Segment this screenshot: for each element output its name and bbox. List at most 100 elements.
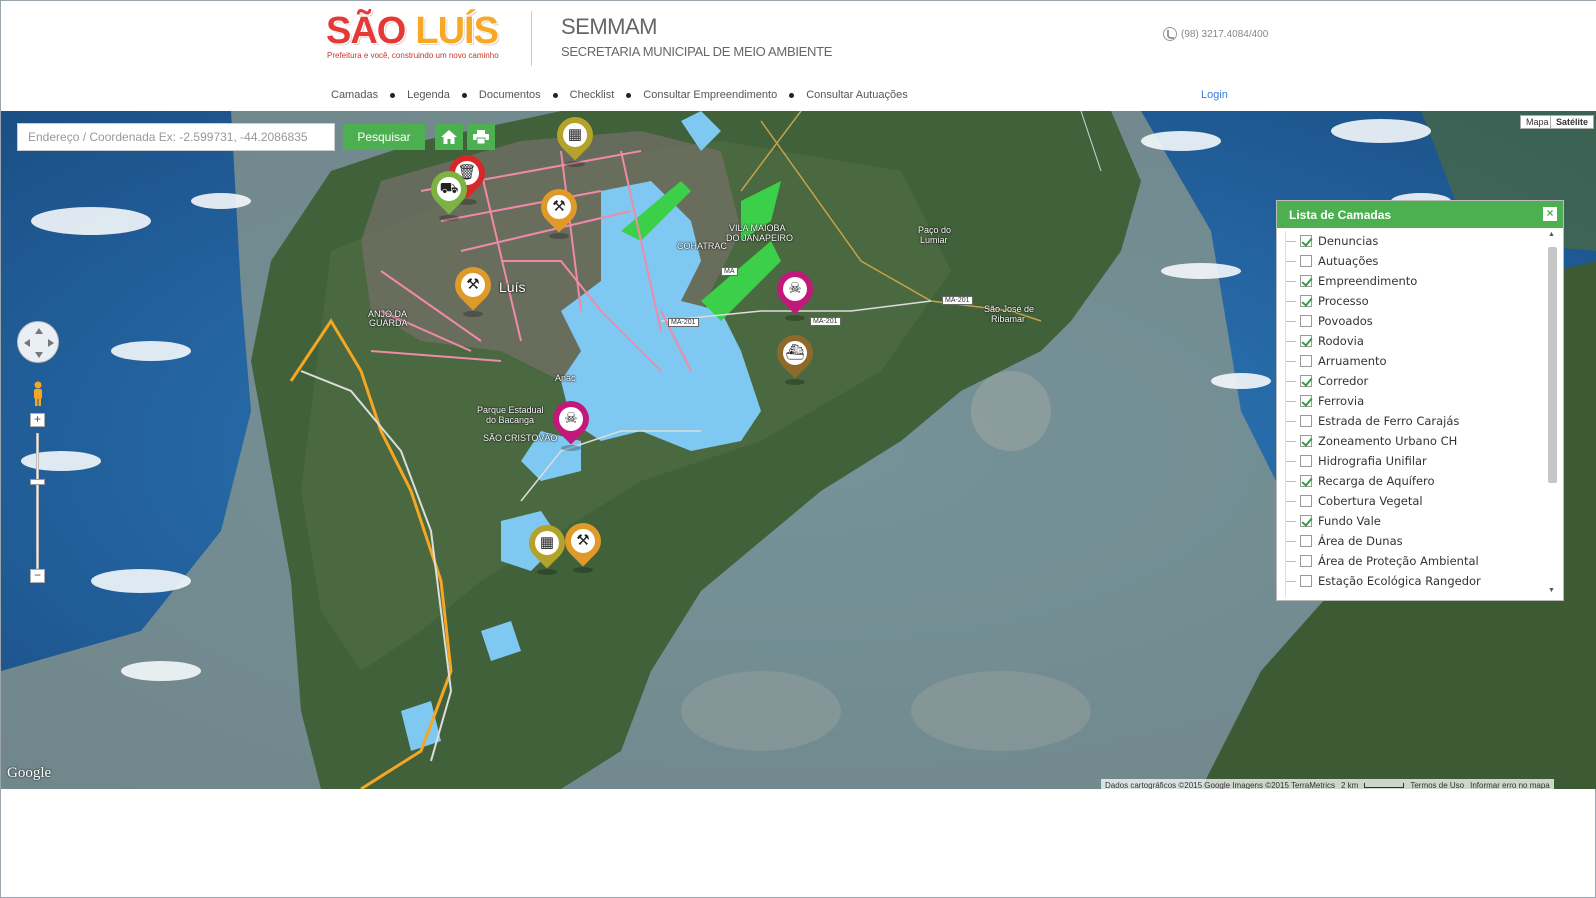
layer-item[interactable]: Área de Dunas <box>1286 531 1543 551</box>
layer-item[interactable]: Hidrografia Unifilar <box>1286 451 1543 471</box>
zoom-in-button[interactable]: + <box>30 413 45 427</box>
layer-label: Estação Ecológica Rangedor <box>1318 574 1481 588</box>
layer-checkbox[interactable] <box>1300 355 1312 367</box>
road-shield: MA-201 <box>668 318 699 327</box>
home-icon <box>441 130 457 144</box>
layer-item[interactable]: Estação Ecológica Rangedor <box>1286 571 1543 591</box>
pan-control[interactable] <box>17 321 59 363</box>
map-place-label: do Bacanga <box>486 415 535 425</box>
layer-checkbox[interactable] <box>1300 255 1312 267</box>
layer-item[interactable]: Cobertura Vegetal <box>1286 491 1543 511</box>
layer-checkbox[interactable] <box>1300 235 1312 247</box>
layer-item[interactable]: Processo <box>1286 291 1543 311</box>
boat-icon: ⛴ <box>785 344 805 361</box>
layer-label: Autuações <box>1318 254 1379 268</box>
layer-checkbox[interactable] <box>1300 455 1312 467</box>
layer-label: Rodovia <box>1318 334 1364 348</box>
layer-item[interactable]: Estrada de Ferro Carajás <box>1286 411 1543 431</box>
layer-checkbox[interactable] <box>1300 375 1312 387</box>
layer-checkbox[interactable] <box>1300 475 1312 487</box>
industry-marker[interactable]: ▦ <box>549 111 601 169</box>
pipe-marker[interactable]: ⚒ <box>447 259 499 319</box>
layer-checkbox[interactable] <box>1300 275 1312 287</box>
nav-item-consultar-empreendimento[interactable]: Consultar Empreendimento <box>643 89 777 101</box>
layer-checkbox[interactable] <box>1300 415 1312 427</box>
layer-item[interactable]: Corredor <box>1286 371 1543 391</box>
layer-item[interactable]: Rodovia <box>1286 331 1543 351</box>
layer-item[interactable]: Autuações <box>1286 251 1543 271</box>
phone-contact: (98) 3217.4084/400 <box>1163 27 1268 41</box>
layer-checkbox[interactable] <box>1300 575 1312 587</box>
layer-checkbox[interactable] <box>1300 555 1312 567</box>
scroll-down-icon[interactable]: ▼ <box>1548 587 1555 594</box>
layer-label: Corredor <box>1318 374 1369 388</box>
nav-item-camadas[interactable]: Camadas <box>331 89 378 101</box>
logo-tagline: Prefeitura e você, construindo um novo c… <box>327 51 499 60</box>
layer-checkbox[interactable] <box>1300 515 1312 527</box>
nav-item-legenda[interactable]: Legenda <box>407 89 450 101</box>
close-icon[interactable]: × <box>1543 207 1557 221</box>
hazard-marker[interactable]: ☠ <box>545 393 597 453</box>
layer-item[interactable]: Recarga de Aquífero <box>1286 471 1543 491</box>
layer-checkbox[interactable] <box>1300 315 1312 327</box>
layer-label: Denuncias <box>1318 234 1379 248</box>
layer-checkbox[interactable] <box>1300 295 1312 307</box>
pipe-marker[interactable]: ⚒ <box>557 515 609 575</box>
pipe-icon: ⚒ <box>466 276 480 293</box>
layer-item[interactable]: Denuncias <box>1286 231 1543 251</box>
boat-marker[interactable]: ⛴ <box>769 327 821 387</box>
scroll-up-icon[interactable]: ▲ <box>1548 231 1555 238</box>
layer-item[interactable]: Arruamento <box>1286 351 1543 371</box>
search-input[interactable] <box>17 123 335 151</box>
org-name: SEMMAM <box>561 14 658 39</box>
terms-link[interactable]: Termos de Uso <box>1410 781 1464 790</box>
layer-item[interactable]: Área de Proteção Ambiental <box>1286 551 1543 571</box>
print-button[interactable] <box>467 124 495 150</box>
nav-item-checklist[interactable]: Checklist <box>570 89 615 101</box>
scrollbar-thumb[interactable] <box>1548 247 1557 483</box>
layer-label: Processo <box>1318 294 1369 308</box>
pipe-icon: ⚒ <box>576 532 590 549</box>
zoom-out-button[interactable]: − <box>30 569 45 583</box>
pipe-marker[interactable]: ⚒ <box>533 181 585 241</box>
tree-connector <box>1286 480 1296 482</box>
tree-connector <box>1286 520 1296 522</box>
sao-luis-logo[interactable]: SÃO LUÍS Prefeitura e você, construindo … <box>326 11 506 63</box>
layer-checkbox[interactable] <box>1300 435 1312 447</box>
home-button[interactable] <box>435 124 463 150</box>
layer-item[interactable]: Ferrovia <box>1286 391 1543 411</box>
layer-checkbox[interactable] <box>1300 535 1312 547</box>
industry-marker[interactable]: ▦ <box>521 517 573 577</box>
hazard-icon: ☠ <box>788 280 802 297</box>
zoom-slider-track[interactable] <box>36 433 39 569</box>
print-icon <box>473 130 489 144</box>
truck-marker[interactable]: ⛟ <box>423 163 475 223</box>
tree-connector <box>1286 500 1296 502</box>
layer-item[interactable]: Empreendimento <box>1286 271 1543 291</box>
scale-bar <box>1364 782 1405 788</box>
map-type-satellite[interactable]: Satélite <box>1550 115 1595 129</box>
nav-item-documentos[interactable]: Documentos <box>479 89 541 101</box>
google-logo: Google <box>7 765 52 781</box>
zoom-slider-thumb[interactable] <box>30 479 45 485</box>
search-button[interactable]: Pesquisar <box>343 124 425 150</box>
nav-item-consultar-autua-es[interactable]: Consultar Autuações <box>806 89 908 101</box>
layer-checkbox[interactable] <box>1300 495 1312 507</box>
layer-checkbox[interactable] <box>1300 335 1312 347</box>
layer-item[interactable]: Zoneamento Urbano CH <box>1286 431 1543 451</box>
layer-item[interactable]: Povoados <box>1286 311 1543 331</box>
pegman-icon[interactable] <box>31 381 45 407</box>
truck-icon: ⛟ <box>439 180 459 197</box>
tree-connector <box>1286 420 1296 422</box>
map-place-label: Lumiar <box>920 235 948 245</box>
marker-shadow <box>573 567 593 573</box>
map-place-label: Anac <box>555 373 576 383</box>
hazard-marker[interactable]: ☠ <box>769 263 821 323</box>
login-link[interactable]: Login <box>1201 89 1228 101</box>
layer-checkbox[interactable] <box>1300 395 1312 407</box>
layer-item[interactable]: Fundo Vale <box>1286 511 1543 531</box>
report-error-link[interactable]: Informar erro no mapa <box>1470 781 1550 790</box>
layer-label: Arruamento <box>1318 354 1387 368</box>
layer-label: Ferrovia <box>1318 394 1365 408</box>
layer-list-scrollbar[interactable]: ▲ ▼ <box>1545 231 1559 597</box>
